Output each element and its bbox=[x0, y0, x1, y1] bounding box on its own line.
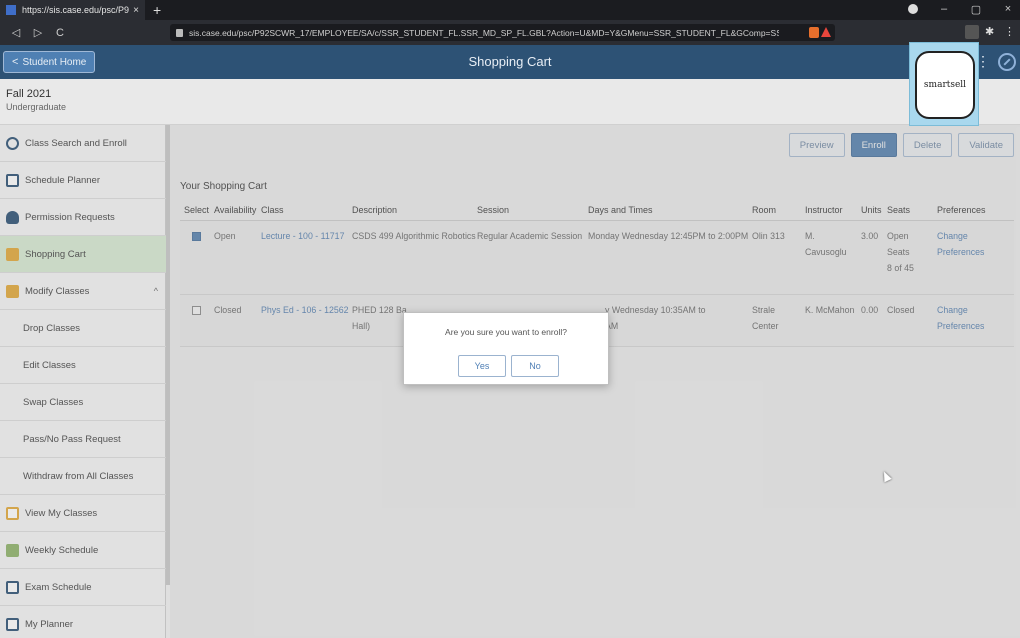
extension-icon[interactable] bbox=[965, 25, 979, 39]
brave-shield-icon[interactable] bbox=[809, 27, 819, 38]
no-button[interactable]: No bbox=[511, 355, 559, 377]
puzzle-extensions-icon[interactable]: ✱ bbox=[985, 25, 999, 39]
yes-button[interactable]: Yes bbox=[458, 355, 506, 377]
page-title: Shopping Cart bbox=[468, 54, 552, 69]
site-favicon-icon bbox=[6, 5, 16, 15]
navbar-compass-icon[interactable] bbox=[998, 53, 1016, 71]
new-tab-button[interactable]: + bbox=[153, 2, 161, 18]
profile-icon[interactable] bbox=[908, 4, 918, 14]
term-header: Fall 2021 Undergraduate bbox=[0, 79, 1020, 125]
restore-button[interactable]: ▢ bbox=[970, 3, 982, 16]
term-career: Undergraduate bbox=[6, 102, 67, 112]
smartsell-widget[interactable]: smartsell bbox=[909, 42, 979, 126]
window-controls: – ▢ × bbox=[908, 3, 1014, 16]
enroll-confirm-dialog: Are you sure you want to enroll? Yes No bbox=[403, 312, 609, 385]
term-name: Fall 2021 bbox=[6, 88, 52, 100]
reload-icon[interactable]: C bbox=[54, 27, 66, 39]
lock-icon bbox=[176, 28, 183, 37]
dialog-message: Are you sure you want to enroll? bbox=[445, 327, 567, 337]
smartsell-logo: smartsell bbox=[915, 51, 975, 119]
browser-menu-icon[interactable]: ⋮ bbox=[1004, 25, 1018, 39]
browser-tab-bar: https://sis.case.edu/psc/P92SCW × + – ▢ … bbox=[0, 0, 1020, 20]
brave-rewards-icon[interactable] bbox=[821, 27, 831, 37]
forward-nav-icon[interactable]: ▷ bbox=[32, 26, 44, 39]
back-nav-icon[interactable]: ◁ bbox=[10, 26, 22, 39]
close-window-button[interactable]: × bbox=[1002, 3, 1014, 16]
address-toolbar: ◁ ▷ C sis.case.edu/psc/P92SCWR_17/EMPLOY… bbox=[0, 20, 1020, 45]
page-banner: < Student Home Shopping Cart ⋮ bbox=[0, 45, 1020, 79]
address-bar[interactable]: sis.case.edu/psc/P92SCWR_17/EMPLOYEE/SA/… bbox=[170, 24, 835, 41]
minimize-button[interactable]: – bbox=[938, 3, 950, 16]
sidebar-dim-overlay bbox=[0, 125, 170, 638]
tab-title: https://sis.case.edu/psc/P92SCW bbox=[22, 5, 130, 15]
url-text[interactable]: sis.case.edu/psc/P92SCWR_17/EMPLOYEE/SA/… bbox=[189, 28, 779, 38]
tab-close-icon[interactable]: × bbox=[133, 5, 139, 16]
browser-tab[interactable]: https://sis.case.edu/psc/P92SCW × bbox=[0, 0, 145, 20]
